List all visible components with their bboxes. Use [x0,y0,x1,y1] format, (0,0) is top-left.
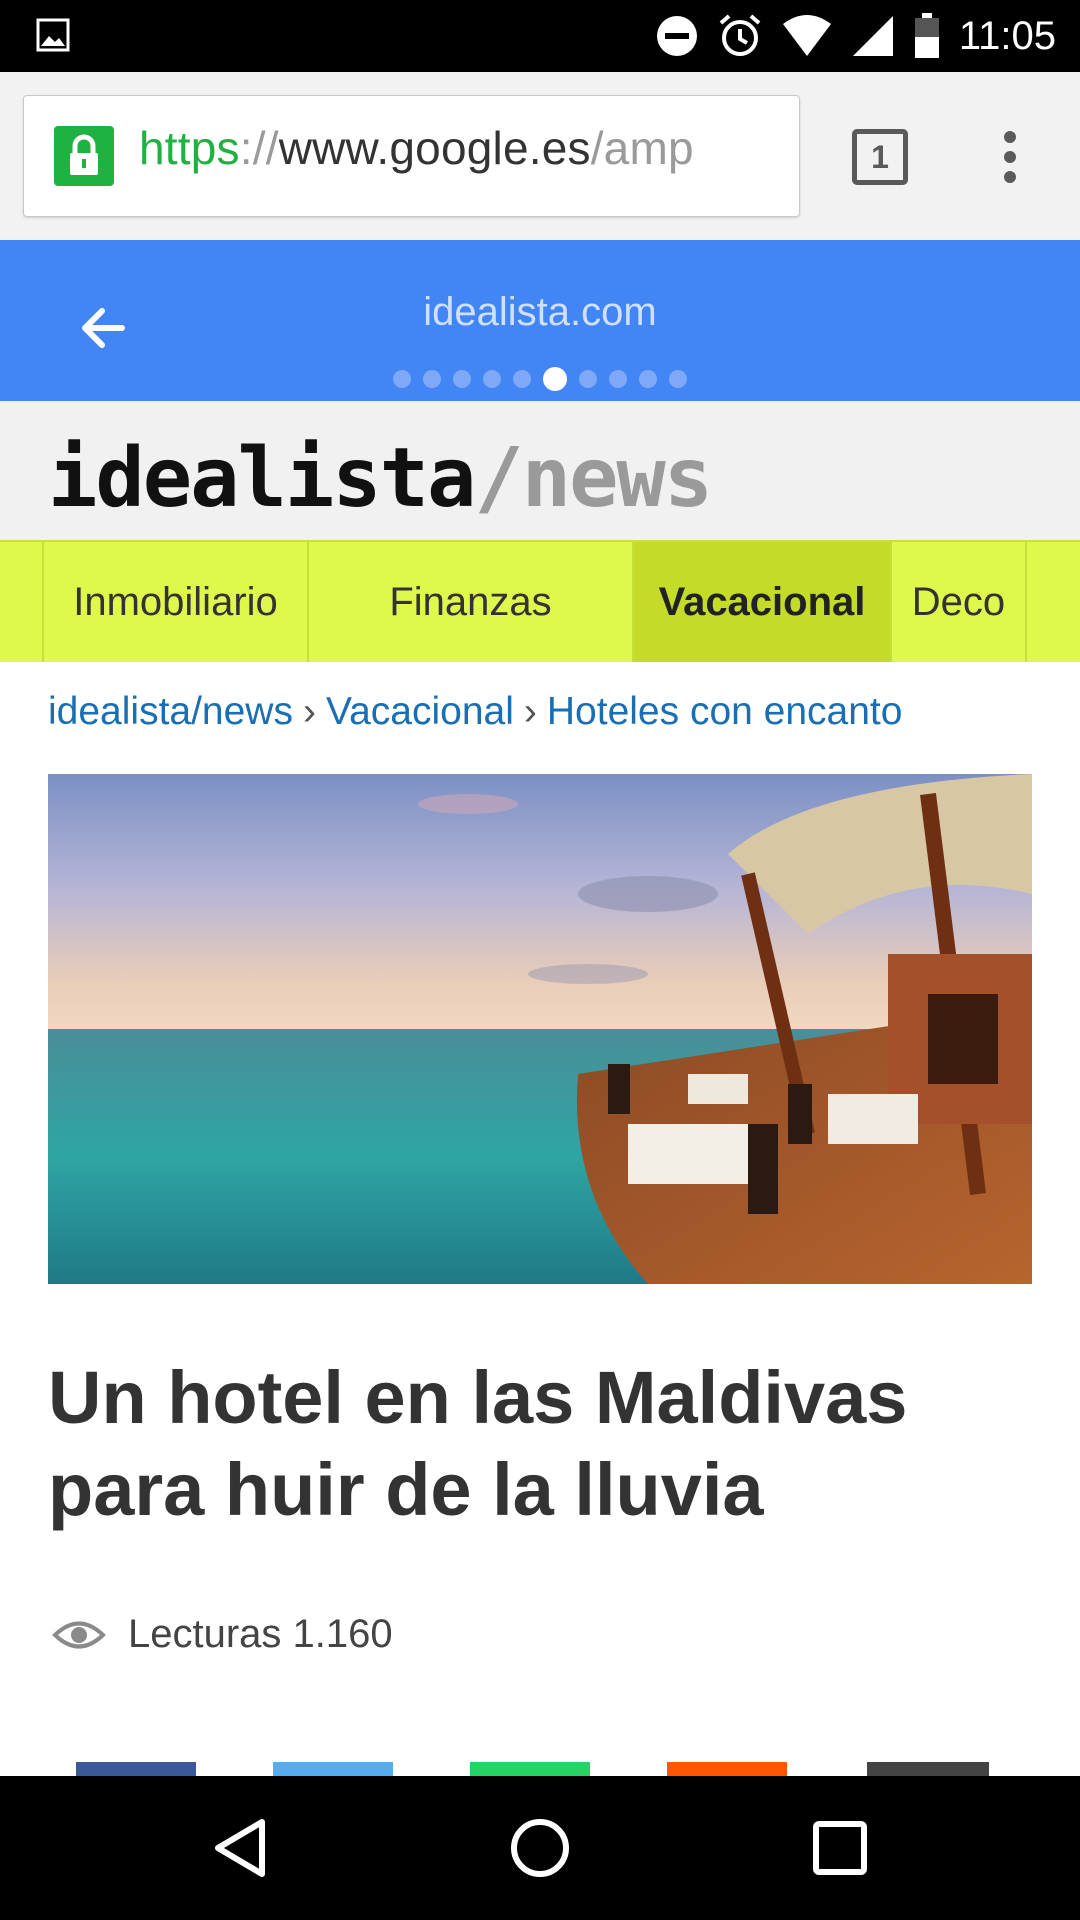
tab-switcher-button[interactable]: 1 [852,129,908,185]
share-whatsapp-button[interactable] [470,1762,590,1776]
breadcrumb-link-news[interactable]: idealista/news [48,690,293,733]
page-dot[interactable] [609,370,627,388]
page-indicator [0,367,1080,391]
back-nav-icon[interactable] [204,1812,276,1884]
alarm-icon [719,14,761,56]
logo-sub: /news [474,431,713,526]
url-path: /amp [590,122,694,174]
logo-main: idealista [48,431,476,526]
reads-count: 1.160 [292,1612,393,1656]
status-bar: 11:05 [0,0,1080,72]
overflow-menu-icon[interactable] [990,127,1030,187]
breadcrumb: idealista/news › Vacacional › Hoteles con en… [48,690,902,734]
battery-icon [914,13,939,58]
site-header: idealista/news [0,401,1080,540]
article-hero-image [48,774,1032,1284]
section-nav: Inmobiliario Finanzas Vacacional Deco [0,540,1080,662]
nav-item-overflow[interactable] [1025,542,1080,662]
do-not-disturb-icon [656,16,697,56]
url-host: www.google.es [278,122,591,174]
breadcrumb-separator: › [523,690,537,733]
url-separator: :// [239,122,279,174]
idealista-news-logo[interactable]: idealista/news [48,431,713,526]
nav-item-inmobiliario[interactable]: Inmobiliario [42,542,307,662]
clock: 11:05 [958,13,1056,58]
share-email-button[interactable] [867,1762,989,1776]
system-nav-bar [0,1776,1080,1920]
amp-viewer-header: idealista.com [0,240,1080,401]
page-dot[interactable] [669,370,687,388]
page-dot[interactable] [423,370,441,388]
nav-item-finanzas[interactable]: Finanzas [307,542,632,662]
page-dot[interactable] [453,370,471,388]
home-nav-icon[interactable] [504,1812,576,1884]
breadcrumb-separator: › [302,690,316,733]
url-scheme: https [139,122,240,174]
share-twitter-button[interactable] [273,1762,393,1776]
reads-label: Lecturas [128,1612,282,1656]
url-bar[interactable]: https://www.google.es/amp [23,95,800,217]
page-dot-active[interactable] [543,367,567,391]
article-headline: Un hotel en las Maldivas para huir de la… [48,1356,908,1531]
nav-item-vacacional[interactable]: Vacacional [632,542,890,662]
share-reddit-button[interactable] [667,1762,787,1776]
amp-domain: idealista.com [423,290,657,334]
page-dot[interactable] [483,370,501,388]
page-dot[interactable] [579,370,597,388]
page-dot[interactable] [513,370,531,388]
recents-nav-icon[interactable] [804,1812,876,1884]
secure-lock-icon[interactable] [54,126,114,186]
signal-icon [852,16,893,56]
browser-toolbar: https://www.google.es/amp 1 [0,72,1080,241]
page-dot[interactable] [639,370,657,388]
page-dot[interactable] [393,370,411,388]
wifi-icon [782,15,831,56]
breadcrumb-link-hoteles[interactable]: Hoteles con encanto [547,690,903,733]
share-facebook-button[interactable] [76,1762,196,1776]
nav-item-deco[interactable]: Deco [890,542,1025,662]
eye-icon [52,1621,106,1648]
image-notification-icon [36,18,70,52]
breadcrumb-link-vacacional[interactable]: Vacacional [326,690,514,733]
reads-counter: Lecturas 1.160 [52,1612,393,1657]
url-text[interactable]: https://www.google.es/amp [139,121,694,175]
